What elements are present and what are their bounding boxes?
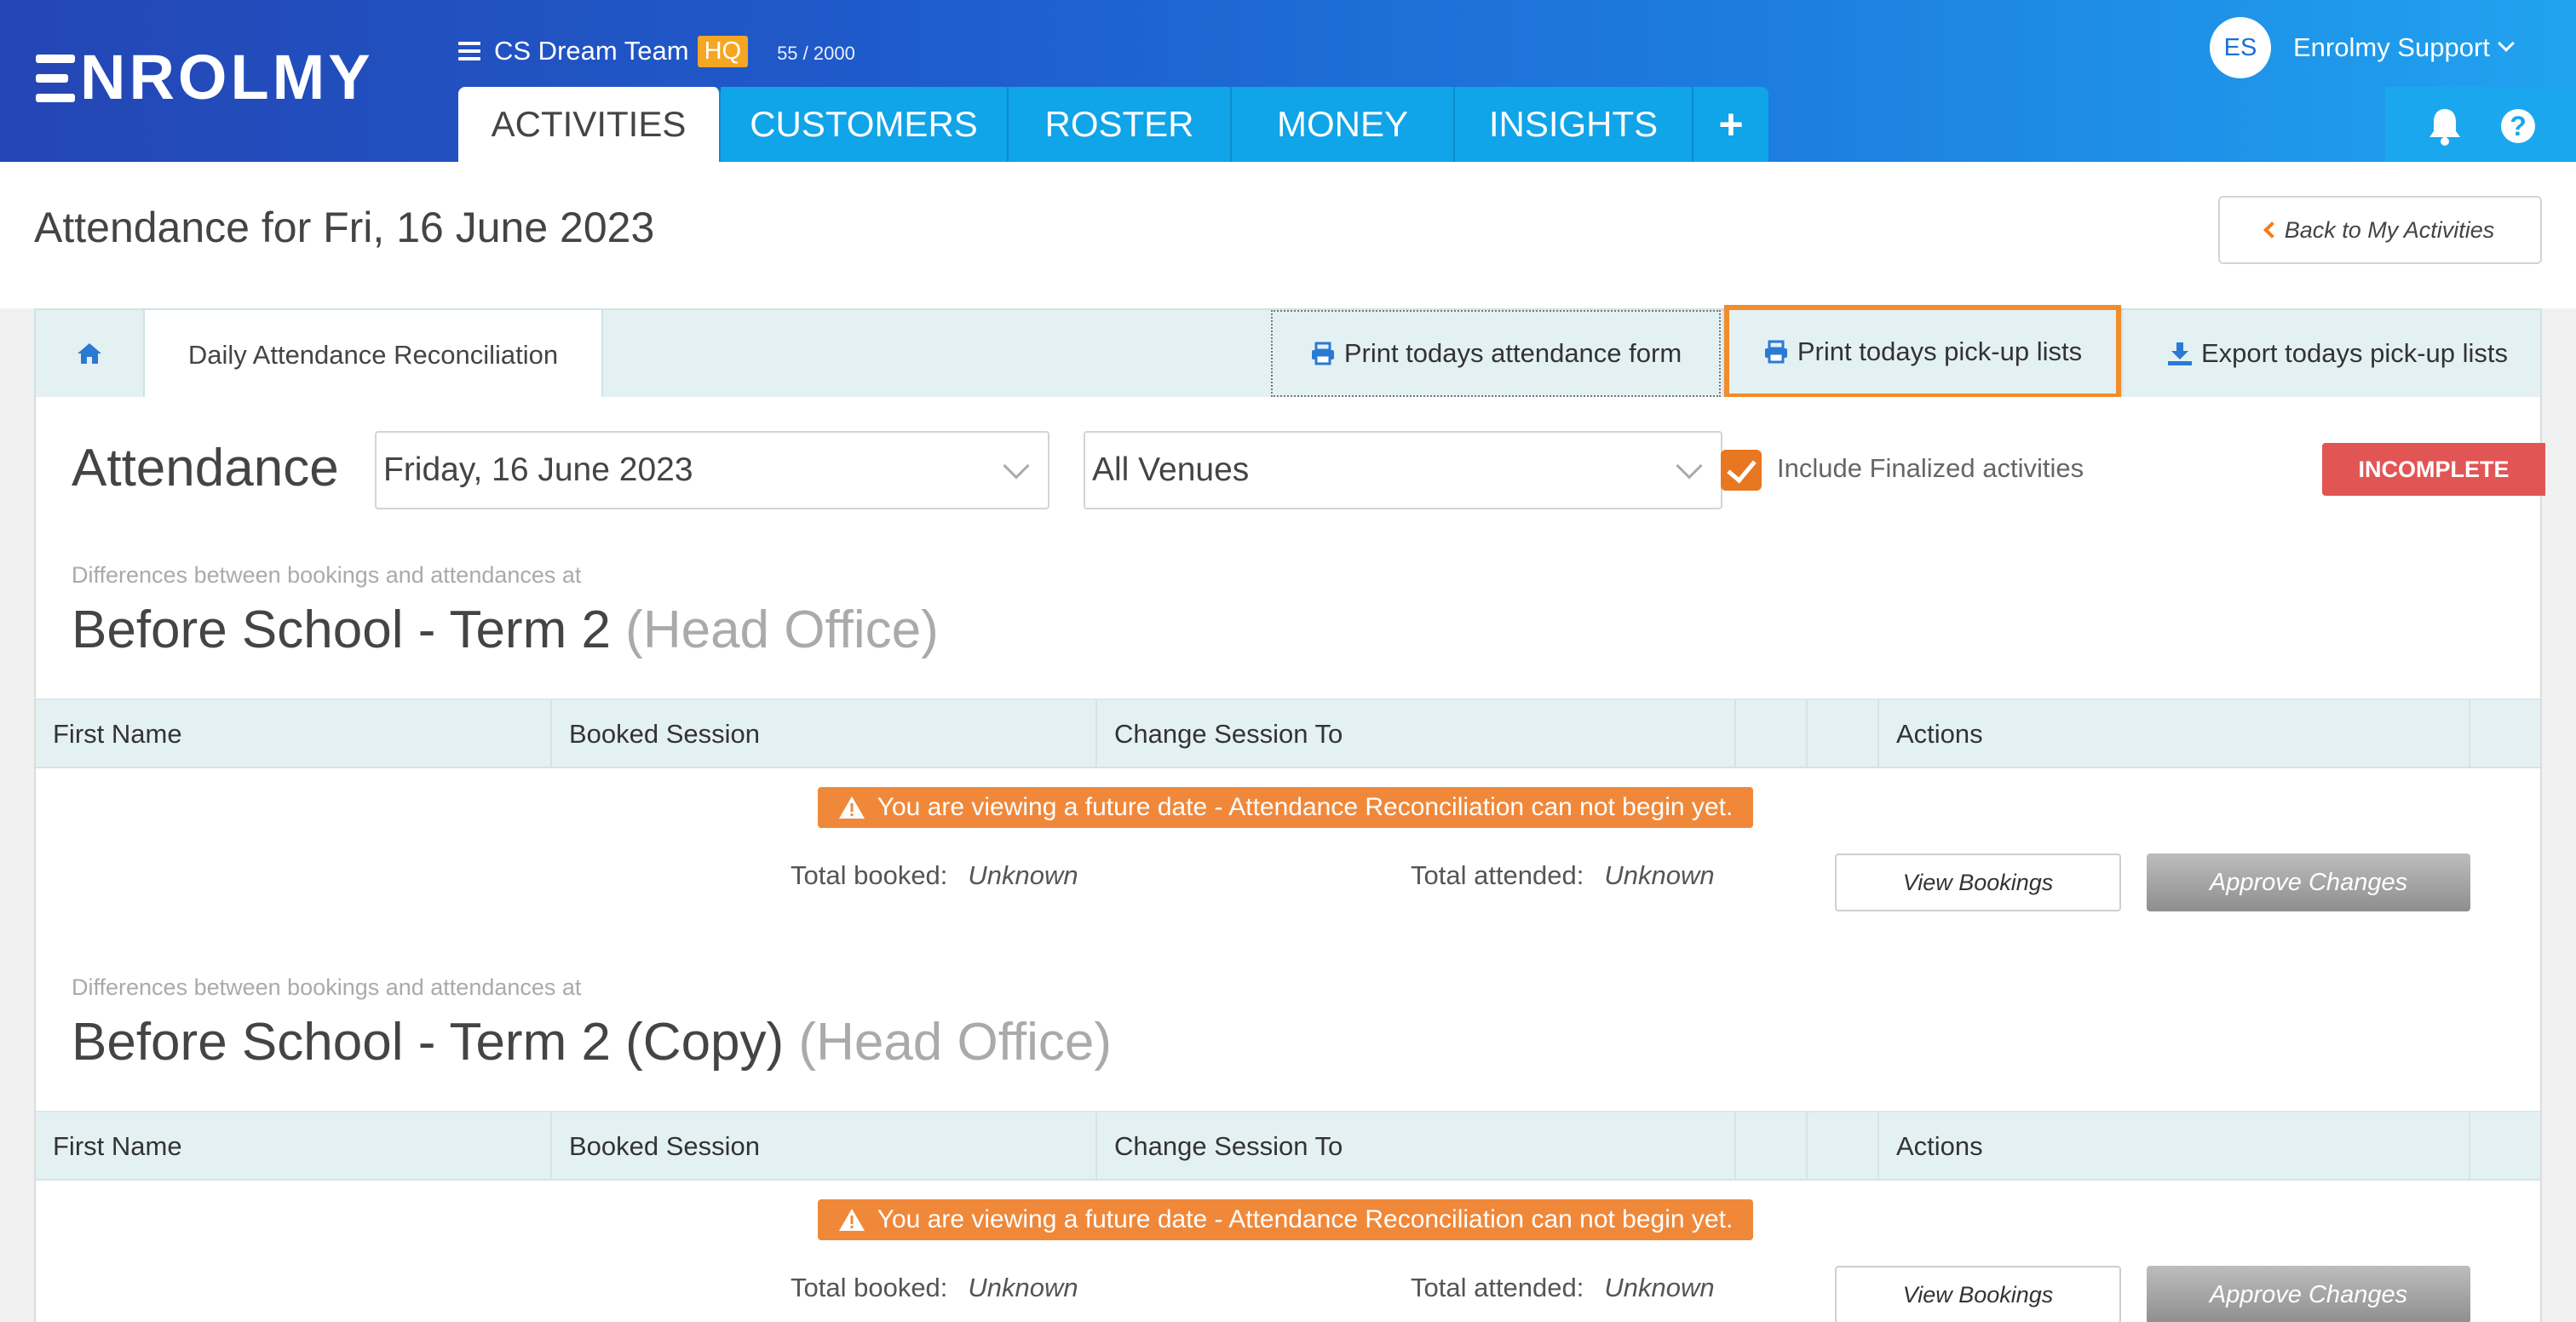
approve-changes-button[interactable]: Approve Changes	[2147, 1266, 2470, 1322]
nav-add-plus-icon[interactable]: +	[1693, 87, 1768, 162]
total-attended-label: Total attended:	[1411, 1273, 1584, 1302]
col-actions: Actions	[1879, 700, 2470, 768]
col-blank-2	[1808, 700, 1879, 768]
activity-location: (Head Office)	[625, 601, 939, 659]
approve-changes-button[interactable]: Approve Changes	[2147, 854, 2470, 911]
total-booked: Total booked: Unknown	[791, 860, 1078, 891]
total-booked-label: Total booked:	[791, 860, 948, 890]
col-change-session: Change Session To	[1097, 1112, 1736, 1181]
page-title: Attendance for Fri, 16 June 2023	[34, 204, 655, 251]
nav-tab-customers-label[interactable]: CUSTOMERS	[721, 87, 1009, 162]
nav-tab-activities[interactable]: ACTIVITIES	[458, 87, 721, 162]
future-date-warning: You are viewing a future date - Attendan…	[818, 787, 1753, 828]
page-heading: Attendance for Fri, 16 June 2023 Back to…	[0, 162, 2576, 308]
tab-daily-attendance-reconciliation[interactable]: Daily Attendance Reconciliation	[143, 308, 603, 400]
col-booked-session: Booked Session	[552, 700, 1097, 768]
col-change-session: Change Session To	[1097, 700, 1736, 768]
total-booked: Total booked: Unknown	[791, 1273, 1078, 1303]
attendance-panel: Attendance Friday, 16 June 2023 All Venu…	[34, 397, 2545, 1322]
header-icon-bar: ?	[2385, 87, 2576, 162]
total-booked-value: Unknown	[968, 860, 1078, 890]
chevron-down-icon	[1003, 452, 1030, 480]
download-icon	[2167, 342, 2192, 365]
activity-name: Before School - Term 2	[72, 601, 611, 659]
home-tab[interactable]	[36, 310, 143, 397]
activity-name: Before School - Term 2 (Copy)	[72, 1013, 785, 1072]
col-blank-2	[1808, 1112, 1879, 1181]
total-attended-value: Unknown	[1604, 1273, 1715, 1302]
activity-location: (Head Office)	[798, 1013, 1112, 1072]
date-select-value: Friday, 16 June 2023	[383, 451, 693, 488]
venue-select[interactable]: All Venues	[1084, 431, 1722, 509]
diff-caption: Differences between bookings and attenda…	[72, 562, 582, 588]
top-header: NROLMY CS Dream Team HQ 55 / 2000 ACTIVI…	[0, 0, 2576, 162]
nav-tab-customers-text: CUSTOMERS	[750, 104, 978, 144]
diff-caption: Differences between bookings and attenda…	[72, 974, 582, 1000]
venue-select-value: All Venues	[1092, 451, 1250, 488]
printer-icon	[1311, 342, 1334, 365]
question-circle-icon[interactable]: ?	[2501, 109, 2535, 143]
back-to-activities-button[interactable]: Back to My Activities	[2218, 196, 2542, 264]
view-bookings-button[interactable]: View Bookings	[1835, 854, 2121, 911]
hamburger-menu-icon[interactable]	[458, 42, 480, 60]
nav-tab-roster[interactable]: ROSTER	[1009, 87, 1232, 162]
attendance-heading: Attendance	[72, 439, 339, 497]
home-icon	[78, 343, 101, 364]
avatar[interactable]: ES	[2210, 17, 2271, 78]
col-first-name: First Name	[36, 1112, 552, 1181]
activity-title: Before School - Term 2 (Head Office)	[72, 600, 939, 660]
print-attendance-form-label: Print todays attendance form	[1343, 338, 1682, 368]
table-header: First Name Booked Session Change Session…	[36, 698, 2540, 768]
team-switcher[interactable]: CS Dream Team HQ 55 / 2000	[458, 31, 855, 72]
chevron-down-icon	[1676, 452, 1703, 480]
total-booked-label: Total booked:	[791, 1273, 948, 1302]
col-blank-1	[1736, 700, 1808, 768]
export-pickup-lists-label: Export todays pick-up lists	[2200, 338, 2509, 368]
user-menu[interactable]: ES Enrolmy Support	[2210, 15, 2515, 80]
total-booked-value: Unknown	[968, 1273, 1078, 1302]
warning-icon	[838, 1209, 865, 1231]
print-pickup-lists-button[interactable]: Print todays pick-up lists	[1724, 305, 2121, 399]
nav-tab-insights[interactable]: INSIGHTS	[1455, 87, 1693, 162]
table-header: First Name Booked Session Change Session…	[36, 1111, 2540, 1181]
total-attended: Total attended: Unknown	[1411, 1273, 1715, 1303]
total-attended-label: Total attended:	[1411, 860, 1584, 890]
future-date-warning: You are viewing a future date - Attendan…	[818, 1199, 1753, 1240]
main-nav: ACTIVITIES CUSTOMERS CUSTOMERS ROSTER MO…	[458, 87, 1768, 162]
hq-badge: HQ	[697, 35, 749, 67]
col-blank-1	[1736, 1112, 1808, 1181]
activity-title: Before School - Term 2 (Copy) (Head Offi…	[72, 1012, 1112, 1072]
chevron-down-icon[interactable]	[2497, 35, 2515, 52]
warning-text: You are viewing a future date - Attendan…	[877, 793, 1734, 821]
logo-e-mark	[36, 51, 75, 104]
user-name[interactable]: Enrolmy Support	[2293, 32, 2490, 63]
team-name[interactable]: CS Dream Team	[494, 36, 689, 66]
export-pickup-lists-button[interactable]: Export todays pick-up lists	[2131, 310, 2544, 397]
chevron-left-icon	[2263, 221, 2280, 239]
include-finalized-checkbox[interactable]	[1721, 450, 1762, 491]
nav-tab-money[interactable]: MONEY	[1232, 87, 1455, 162]
view-bookings-button[interactable]: View Bookings	[1835, 1266, 2121, 1322]
col-first-name: First Name	[36, 700, 552, 768]
col-actions: Actions	[1879, 1112, 2470, 1181]
logo-text: NROLMY	[80, 42, 374, 112]
warning-icon	[838, 796, 865, 819]
date-select[interactable]: Friday, 16 June 2023	[375, 431, 1049, 509]
print-attendance-form-button[interactable]: Print todays attendance form	[1271, 310, 1721, 397]
include-finalized-label[interactable]: Include Finalized activities	[1777, 453, 2084, 484]
bell-icon[interactable]	[2426, 106, 2464, 147]
total-attended: Total attended: Unknown	[1411, 860, 1715, 891]
seat-count: 55 / 2000	[777, 43, 855, 64]
warning-text: You are viewing a future date - Attendan…	[877, 1205, 1734, 1233]
back-button-label: Back to My Activities	[2284, 216, 2495, 243]
col-booked-session: Booked Session	[552, 1112, 1097, 1181]
status-badge: INCOMPLETE	[2322, 443, 2545, 496]
print-pickup-lists-label: Print todays pick-up lists	[1797, 336, 2083, 366]
enrolmy-logo[interactable]: NROLMY	[36, 42, 374, 112]
total-attended-value: Unknown	[1604, 860, 1715, 890]
attendance-tabbar: Daily Attendance Reconciliation Print to…	[34, 305, 2544, 400]
printer-icon	[1764, 340, 1787, 364]
